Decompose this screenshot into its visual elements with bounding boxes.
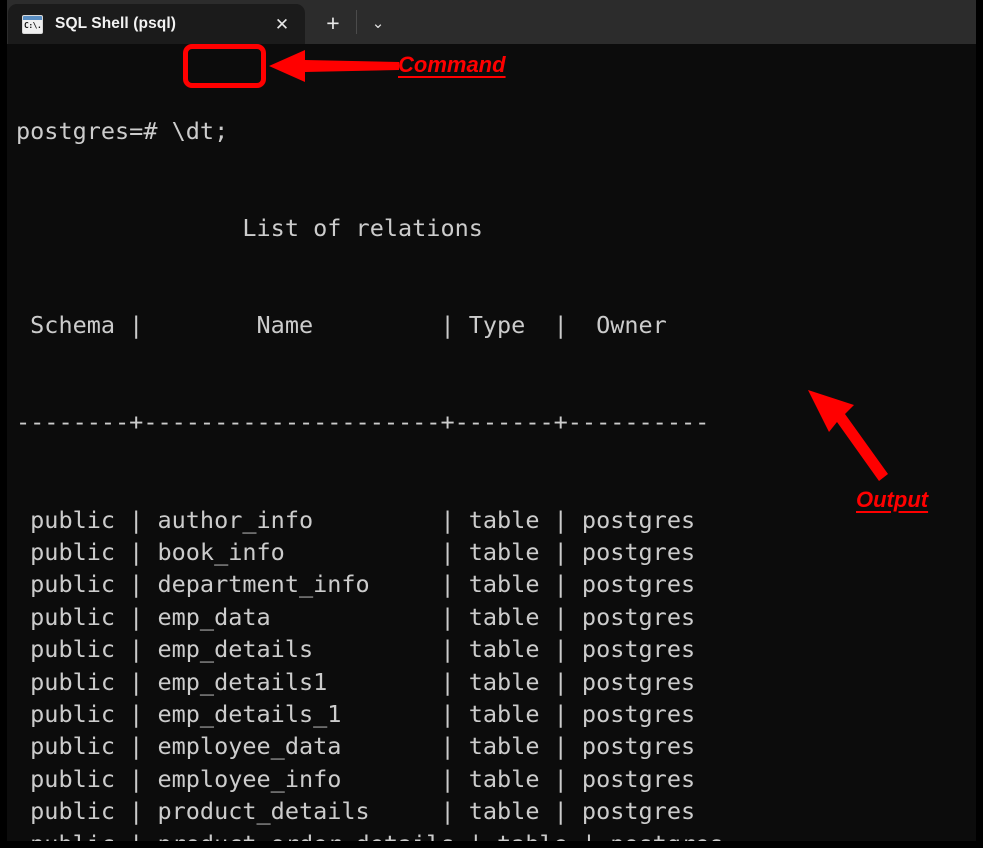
chevron-down-icon[interactable]: ⌄ — [364, 11, 392, 37]
terminal-command-line: postgres=# \dt; — [16, 115, 976, 147]
table-row: public | author_info | table | postgres — [16, 505, 696, 534]
tab-sql-shell[interactable]: C:\. SQL Shell (psql) ✕ — [8, 4, 305, 44]
table-separator-row: --------+---------------------+-------+-… — [16, 408, 710, 437]
tab-title: SQL Shell (psql) — [55, 15, 177, 32]
table-row: public | book_info | table | postgres — [16, 538, 696, 567]
typed-command: \dt; — [171, 116, 229, 145]
tabbar-divider — [356, 10, 357, 34]
table-rows: public | author_info | table | postgres … — [16, 504, 976, 841]
table-header-row: Schema | Name | Type | Owner — [16, 311, 710, 340]
table-row: public | emp_data | table | postgres — [16, 602, 696, 631]
terminal-output[interactable]: postgres=# \dt; List of relations Schema… — [7, 44, 976, 841]
table-row: public | emp_details_1 | table | postgre… — [16, 699, 696, 728]
new-tab-icon[interactable]: + — [320, 11, 346, 37]
table-row: public | emp_details | table | postgres — [16, 635, 696, 664]
prompt-text: postgres=# — [16, 116, 172, 145]
table-row: public | employee_data | table | postgre… — [16, 732, 696, 761]
table-row: public | emp_details1 | table | postgres — [16, 667, 696, 696]
table-row: public | employee_info | table | postgre… — [16, 764, 696, 793]
result-title: List of relations — [16, 214, 483, 243]
psql-window: C:\. SQL Shell (psql) ✕ + ⌄ postgres=# \… — [0, 0, 983, 848]
table-row: public | product_order_details | table |… — [16, 828, 976, 841]
title-bar: C:\. SQL Shell (psql) ✕ + ⌄ — [7, 0, 976, 45]
table-row: public | product_details | table | postg… — [16, 797, 696, 826]
table-row: public | department_info | table | postg… — [16, 570, 696, 599]
close-icon[interactable]: ✕ — [271, 14, 293, 36]
console-icon-text: C:\. — [24, 20, 42, 30]
output-annotation-label: Output — [856, 487, 929, 512]
console-window-icon: C:\. — [22, 14, 43, 34]
command-annotation-label: Command — [398, 52, 506, 77]
